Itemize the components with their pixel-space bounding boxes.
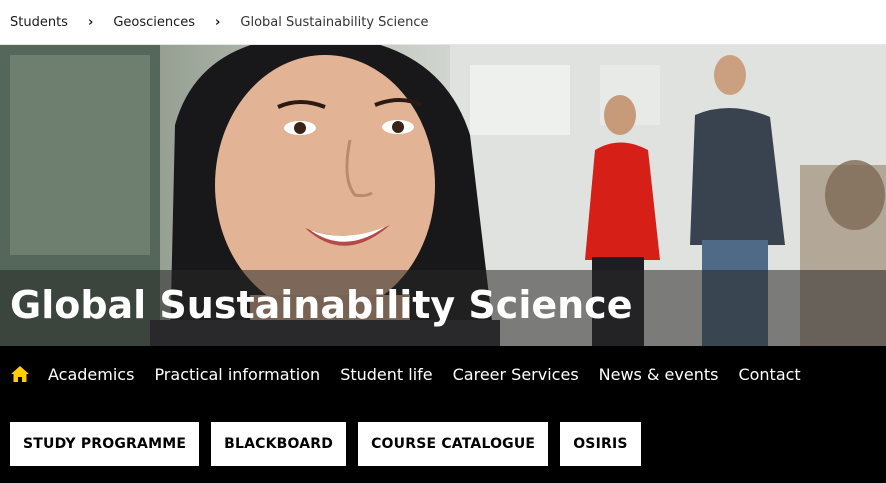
chevron-right-icon: › bbox=[215, 14, 221, 30]
breadcrumb-link-students[interactable]: Students bbox=[10, 15, 68, 30]
page-title: Global Sustainability Science bbox=[10, 283, 633, 327]
nav-item-academics[interactable]: Academics bbox=[48, 365, 134, 384]
main-navigation: Academics Practical information Student … bbox=[0, 346, 886, 402]
quick-links: STUDY PROGRAMME BLACKBOARD COURSE CATALO… bbox=[10, 422, 653, 466]
chevron-right-icon: › bbox=[87, 14, 94, 30]
osiris-button[interactable]: OSIRIS bbox=[560, 422, 641, 466]
blackboard-button[interactable]: BLACKBOARD bbox=[211, 422, 347, 466]
breadcrumb: Students › Geosciences › Global Sustaina… bbox=[0, 0, 886, 45]
breadcrumb-link-geosciences[interactable]: Geosciences bbox=[113, 15, 195, 30]
breadcrumb-current: Global Sustainability Science bbox=[240, 14, 429, 30]
study-programme-button[interactable]: STUDY PROGRAMME bbox=[10, 422, 200, 466]
nav-item-practical-information[interactable]: Practical information bbox=[154, 365, 320, 384]
course-catalogue-button[interactable]: COURSE CATALOGUE bbox=[358, 422, 549, 466]
nav-item-student-life[interactable]: Student life bbox=[340, 365, 432, 384]
nav-item-contact[interactable]: Contact bbox=[738, 365, 800, 384]
hero-banner: Global Sustainability Science bbox=[0, 45, 886, 346]
nav-item-career-services[interactable]: Career Services bbox=[453, 365, 579, 384]
home-icon[interactable] bbox=[10, 364, 30, 384]
nav-item-news-events[interactable]: News & events bbox=[599, 365, 719, 384]
